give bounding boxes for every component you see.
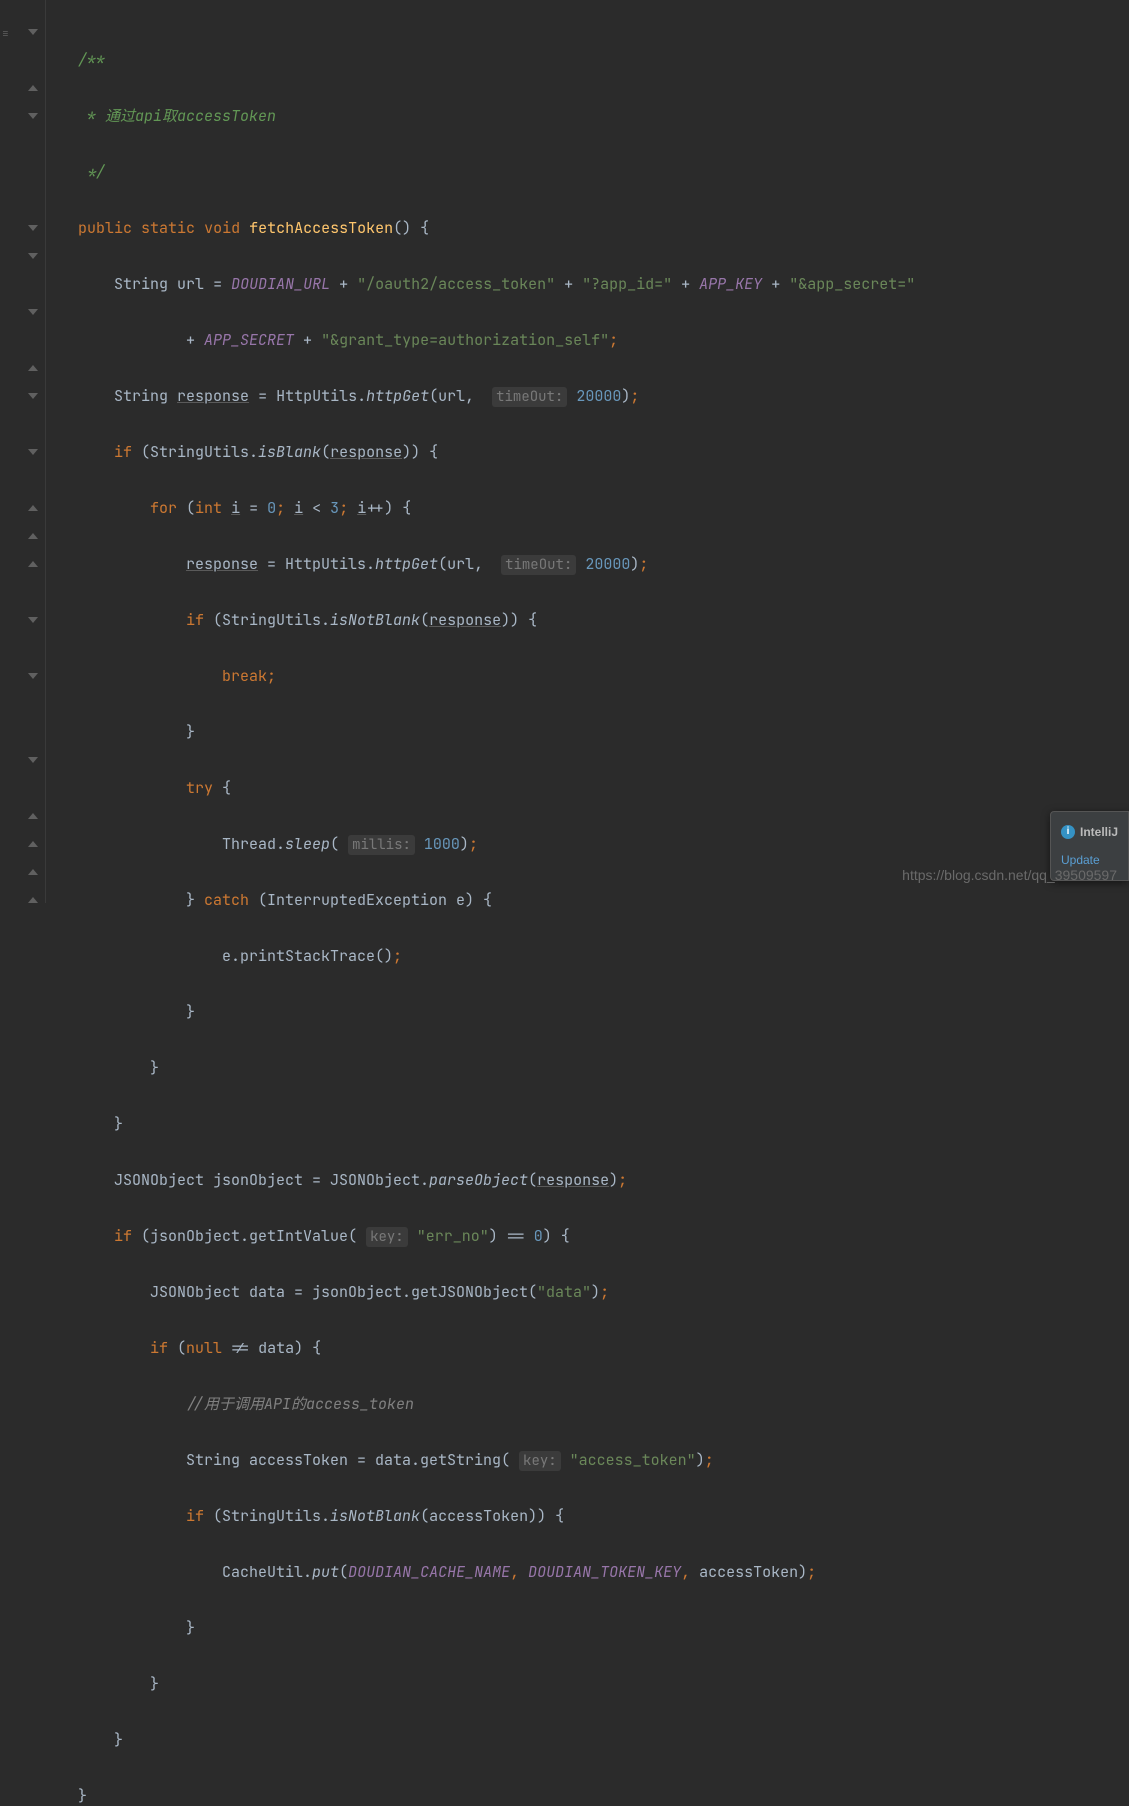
param-hint: timeOut: xyxy=(492,387,567,407)
param-hint: timeOut: xyxy=(501,555,576,575)
code-line: } xyxy=(78,1614,1129,1642)
code-line: e.printStackTrace(); xyxy=(78,942,1129,970)
notification-title: i IntelliJ xyxy=(1061,818,1118,846)
code-line: String url = DOUDIAN_URL + "/oauth2/acce… xyxy=(78,270,1129,298)
fold-icon[interactable] xyxy=(27,26,39,38)
code-line: break; xyxy=(78,662,1129,690)
watermark: https://blog.csdn.net/qq_39509597 xyxy=(902,861,1117,889)
code-text: * 通过api取accessToken xyxy=(78,106,276,126)
code-line: //用于调用API的access_token xyxy=(78,1390,1129,1418)
code-line: CacheUtil.put(DOUDIAN_CACHE_NAME, DOUDIA… xyxy=(78,1558,1129,1586)
fold-icon[interactable] xyxy=(27,866,39,878)
code-line: try { xyxy=(78,774,1129,802)
param-hint: key: xyxy=(366,1227,408,1247)
fold-icon[interactable] xyxy=(27,754,39,766)
fold-icon[interactable] xyxy=(27,222,39,234)
fold-icon[interactable] xyxy=(27,502,39,514)
param-hint: key: xyxy=(519,1451,561,1471)
code-line: if (StringUtils.isNotBlank(response)) { xyxy=(78,606,1129,634)
code-line: String accessToken = data.getString( key… xyxy=(78,1446,1129,1474)
code-line: + APP_SECRET + "&grant_type=authorizatio… xyxy=(78,326,1129,354)
structure-icon[interactable]: ≡ xyxy=(2,20,9,48)
gutter[interactable] xyxy=(0,0,46,903)
code-line: if (StringUtils.isNotBlank(accessToken))… xyxy=(78,1502,1129,1530)
code-line: JSONObject jsonObject = JSONObject.parse… xyxy=(78,1166,1129,1194)
code-line: } xyxy=(78,1782,1129,1806)
fold-icon[interactable] xyxy=(27,894,39,906)
fold-icon[interactable] xyxy=(27,362,39,374)
fold-icon[interactable] xyxy=(27,390,39,402)
code-line: for (int i = 0; i < 3; i++) { xyxy=(78,494,1129,522)
code-line: public static void fetchAccessToken() { xyxy=(78,214,1129,242)
param-hint: millis: xyxy=(348,835,415,855)
code-line: JSONObject data = jsonObject.getJSONObje… xyxy=(78,1278,1129,1306)
fold-icon[interactable] xyxy=(27,110,39,122)
fold-icon[interactable] xyxy=(27,250,39,262)
code-text: /** xyxy=(78,50,105,70)
code-line: if (StringUtils.isBlank(response)) { xyxy=(78,438,1129,466)
code-editor[interactable]: /** * 通过api取accessToken */ public static… xyxy=(46,0,1129,903)
fold-icon[interactable] xyxy=(27,306,39,318)
code-line: response = HttpUtils.httpGet(url, timeOu… xyxy=(78,550,1129,578)
fold-icon[interactable] xyxy=(27,446,39,458)
code-line: String response = HttpUtils.httpGet(url,… xyxy=(78,382,1129,410)
code-line: } xyxy=(78,1110,1129,1138)
code-line: } xyxy=(78,998,1129,1026)
code-line: } catch (InterruptedException e) { xyxy=(78,886,1129,914)
fold-icon[interactable] xyxy=(27,82,39,94)
code-line: } xyxy=(78,718,1129,746)
info-icon: i xyxy=(1061,825,1075,839)
code-line: } xyxy=(78,1054,1129,1082)
code-line: if (null != data) { xyxy=(78,1334,1129,1362)
fold-icon[interactable] xyxy=(27,838,39,850)
code-text: */ xyxy=(78,162,105,182)
code-line: } xyxy=(78,1726,1129,1754)
fold-icon[interactable] xyxy=(27,810,39,822)
code-line: Thread.sleep( millis: 1000); xyxy=(78,830,1129,858)
fold-icon[interactable] xyxy=(27,670,39,682)
fold-icon[interactable] xyxy=(27,558,39,570)
fold-icon[interactable] xyxy=(27,614,39,626)
editor-container: ≡ /** * 通过api取accessToken */ xyxy=(0,0,1129,903)
code-line: if (jsonObject.getIntValue( key: "err_no… xyxy=(78,1222,1129,1250)
fold-icon[interactable] xyxy=(27,530,39,542)
code-line: } xyxy=(78,1670,1129,1698)
